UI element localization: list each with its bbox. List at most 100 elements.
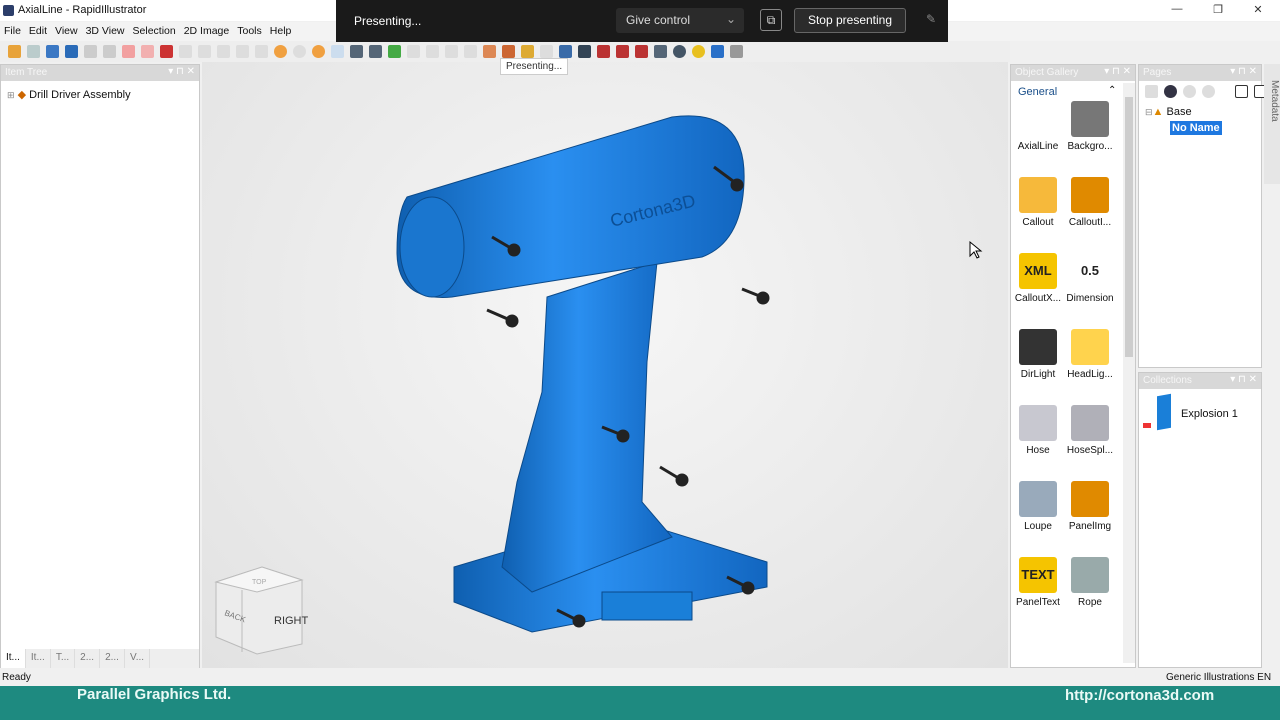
gallery-item-axialline[interactable]: AxialLine	[1012, 101, 1064, 152]
tool-icon[interactable]	[198, 45, 211, 58]
fit-icon[interactable]	[559, 45, 572, 58]
expand-icon[interactable]: ⊞	[7, 90, 15, 100]
tool-icon[interactable]	[540, 45, 553, 58]
close-button[interactable]: ✕	[1248, 3, 1268, 16]
camera-icon[interactable]	[1164, 85, 1177, 98]
tab-item-tree[interactable]: It...	[1, 649, 26, 669]
collapse-icon[interactable]: ⌃	[1108, 85, 1116, 96]
shape-icon[interactable]	[293, 45, 306, 58]
scrollbar-thumb[interactable]	[1125, 97, 1133, 357]
gallery-item-dimension[interactable]: 0.5 Dimension	[1064, 253, 1116, 304]
collection-label[interactable]: Explosion 1	[1181, 408, 1238, 420]
gallery-item-hosespl[interactable]: HoseSpl...	[1064, 405, 1116, 456]
panel-controls[interactable]: ▾ ⊓ ✕	[1104, 66, 1131, 77]
globe-icon[interactable]	[673, 45, 686, 58]
undo-icon[interactable]	[84, 45, 97, 58]
save-icon[interactable]	[27, 45, 40, 58]
gallery-item-panelimg[interactable]: PanelImg	[1064, 481, 1116, 532]
tab-2d-b[interactable]: 2...	[100, 649, 125, 669]
sphere-icon[interactable]	[692, 45, 705, 58]
cube-face-top[interactable]: TOP	[252, 579, 267, 586]
cube-face-right[interactable]: RIGHT	[274, 615, 309, 627]
panel-controls[interactable]: ▾ ⊓ ✕	[168, 66, 195, 77]
3d-viewport[interactable]: Cortona3D RIGHT BACK TOP	[202, 62, 1008, 668]
add-page-icon[interactable]	[1145, 85, 1158, 98]
open-icon[interactable]	[8, 45, 21, 58]
give-control-dropdown[interactable]: Give control ⌄	[616, 8, 744, 33]
delete-link-icon[interactable]	[141, 45, 154, 58]
tool-icon[interactable]	[179, 45, 192, 58]
tool-icon[interactable]	[464, 45, 477, 58]
tool-icon[interactable]	[578, 45, 591, 58]
menu-view[interactable]: View	[51, 22, 82, 37]
tab-v[interactable]: V...	[125, 649, 151, 669]
gallery-section-general[interactable]: General	[1018, 86, 1057, 98]
shape-icon[interactable]	[274, 45, 287, 58]
panel-controls[interactable]: ▾ ⊓ ✕	[1230, 66, 1257, 77]
redo-icon[interactable]	[103, 45, 116, 58]
tree-icon[interactable]	[369, 45, 382, 58]
tool-icon[interactable]	[597, 45, 610, 58]
gallery-scrollbar[interactable]	[1123, 83, 1135, 663]
tab-2d-a[interactable]: 2...	[75, 649, 101, 669]
tool-icon[interactable]	[1202, 85, 1215, 98]
gallery-item-dirlight[interactable]: DirLight	[1012, 329, 1064, 380]
hide-icon[interactable]	[160, 45, 173, 58]
menu-help[interactable]: Help	[266, 22, 296, 37]
menu-2d-image[interactable]: 2D Image	[180, 22, 234, 37]
light-icon[interactable]	[388, 45, 401, 58]
gallery-item-loupe[interactable]: Loupe	[1012, 481, 1064, 532]
tool-icon[interactable]	[635, 45, 648, 58]
menu-selection[interactable]: Selection	[129, 22, 180, 37]
monitor-icon[interactable]	[65, 45, 78, 58]
tab-items[interactable]: It...	[26, 649, 51, 669]
navigation-cube[interactable]: RIGHT BACK TOP	[214, 566, 309, 655]
menu-tools[interactable]: Tools	[233, 22, 266, 37]
explode-icon[interactable]	[521, 45, 534, 58]
menu-file[interactable]: File	[0, 22, 25, 37]
gallery-item-paneltext[interactable]: TEXT PanelText	[1012, 557, 1064, 608]
tool-icon[interactable]	[255, 45, 268, 58]
cube-icon[interactable]	[711, 45, 724, 58]
collection-item[interactable]	[1143, 393, 1179, 433]
cast-screen-button[interactable]: ⧉	[760, 9, 782, 31]
gallery-item-rope[interactable]: Rope	[1064, 557, 1116, 608]
gallery-item-backgro[interactable]: Backgro...	[1064, 101, 1116, 152]
metadata-tab[interactable]: Metadata	[1264, 64, 1280, 184]
page-base[interactable]: ⊟▲ Base	[1145, 106, 1192, 118]
settings-icon[interactable]	[730, 45, 743, 58]
pin-icon[interactable]: ✎	[926, 12, 936, 26]
gallery-item-headlig[interactable]: HeadLig...	[1064, 329, 1116, 380]
tool-icon[interactable]	[616, 45, 629, 58]
tool-icon[interactable]	[654, 45, 667, 58]
explode-icon[interactable]	[483, 45, 496, 58]
page-no-name[interactable]: No Name	[1170, 121, 1222, 135]
tool-icon[interactable]	[426, 45, 439, 58]
tool-icon[interactable]	[1183, 85, 1196, 98]
gallery-item-callouti[interactable]: CalloutI...	[1064, 177, 1116, 228]
tool-icon[interactable]	[217, 45, 230, 58]
delete-icon[interactable]	[122, 45, 135, 58]
tool-icon[interactable]	[445, 45, 458, 58]
tool-icon[interactable]	[236, 45, 249, 58]
gallery-item-calloutx[interactable]: XML CalloutX...	[1012, 253, 1064, 304]
shape-icon[interactable]	[312, 45, 325, 58]
stop-presenting-button[interactable]: Stop presenting	[794, 8, 906, 33]
collapse-icon[interactable]: ⊟	[1145, 107, 1153, 117]
panel-controls[interactable]: ▾ ⊓ ✕	[1230, 374, 1257, 385]
gallery-item-callout[interactable]: Callout	[1012, 177, 1064, 228]
restore-button[interactable]: ❐	[1208, 3, 1228, 16]
tool-icon[interactable]	[407, 45, 420, 58]
drill-model[interactable]: Cortona3D RIGHT BACK TOP	[202, 62, 1008, 668]
explode-icon[interactable]	[502, 45, 515, 58]
gallery-item-hose[interactable]: Hose	[1012, 405, 1064, 456]
tab-t[interactable]: T...	[51, 649, 76, 669]
menu-3d-view[interactable]: 3D View	[82, 22, 129, 37]
minimize-button[interactable]: —	[1167, 3, 1187, 15]
tree-item-root[interactable]: ⊞ ◆ Drill Driver Assembly	[7, 88, 131, 101]
tree-icon[interactable]	[350, 45, 363, 58]
page-icon[interactable]	[1235, 85, 1248, 98]
select-arrow-icon[interactable]	[331, 45, 344, 58]
publish-icon[interactable]	[46, 45, 59, 58]
website-link[interactable]: http://cortona3d.com	[1065, 687, 1214, 704]
